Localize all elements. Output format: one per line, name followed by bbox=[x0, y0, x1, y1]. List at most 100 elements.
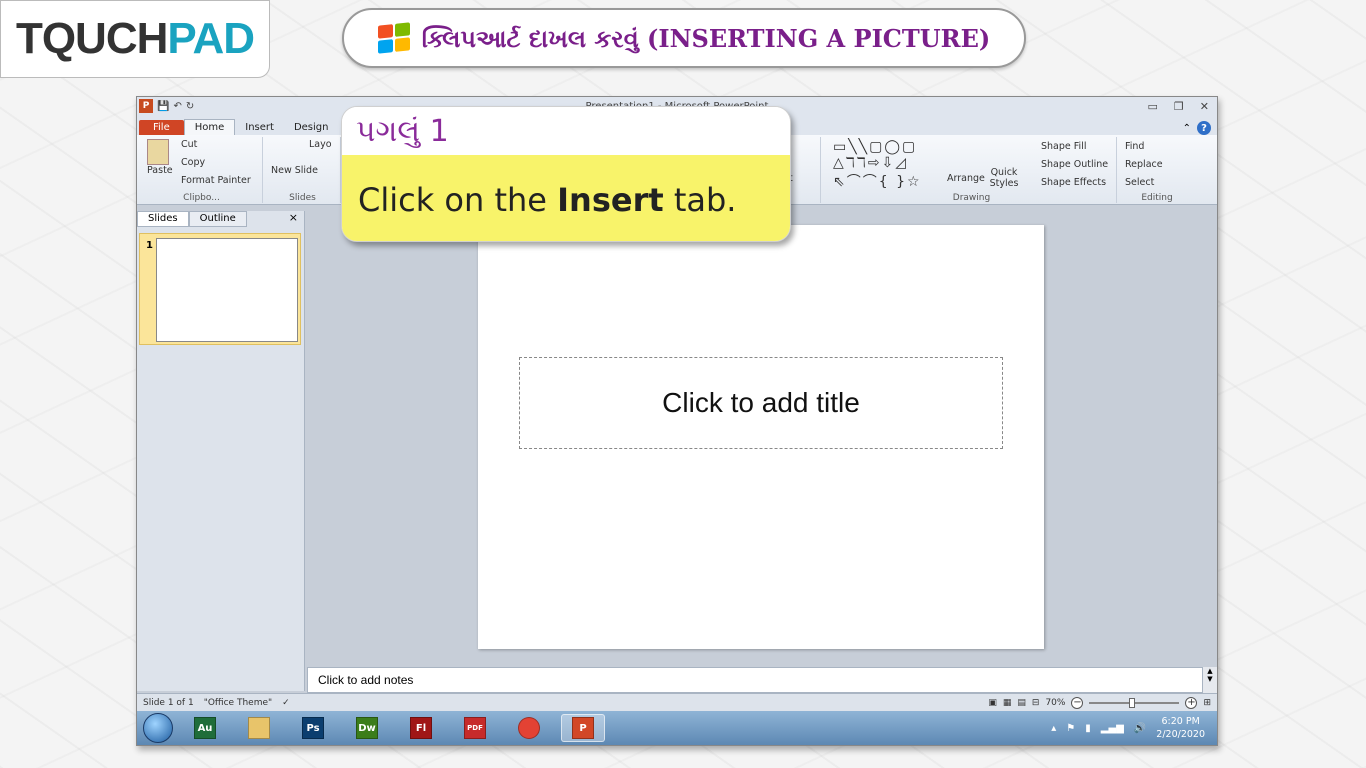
drawing-group: ▭╲╲▢◯▢ △ℸℸ⇨⇩◿ ⇖⌒⌒{ }☆ Arrange Quick Styles… bbox=[827, 137, 1117, 203]
slides-group-label: Slides bbox=[289, 193, 316, 203]
taskbar-acrobat[interactable]: PDF bbox=[453, 714, 497, 742]
pdf-icon: PDF bbox=[464, 717, 486, 739]
show-hidden-icons-icon[interactable]: ▴ bbox=[1051, 723, 1056, 734]
slide-count: Slide 1 of 1 bbox=[143, 697, 194, 708]
instruction-text: Click on the Insert tab. bbox=[342, 155, 790, 241]
system-tray: ▴ ⚑ ▮ ▂▄▆ 🔊 6:20 PM 2/20/2020 bbox=[1051, 715, 1205, 741]
pane-tabs: Slides Outline × bbox=[137, 211, 304, 227]
slide-number: 1 bbox=[146, 240, 153, 251]
taskbar-photoshop[interactable]: Ps bbox=[291, 714, 335, 742]
find-button[interactable]: Find bbox=[1125, 141, 1144, 152]
shape-outline-button[interactable]: Shape Outline bbox=[1041, 159, 1108, 170]
zoom-in-icon[interactable]: + bbox=[1185, 696, 1198, 709]
tab-slides[interactable]: Slides bbox=[137, 211, 189, 227]
tab-outline[interactable]: Outline bbox=[188, 211, 247, 227]
flag-icon[interactable]: ⚑ bbox=[1066, 723, 1075, 734]
quick-styles-button[interactable]: Quick Styles bbox=[987, 167, 1021, 189]
help-icon[interactable]: ? bbox=[1197, 121, 1211, 135]
tab-file[interactable]: File bbox=[139, 120, 184, 135]
folder-icon bbox=[248, 717, 270, 739]
notes-scrollbar[interactable]: ▲ ▼ bbox=[1203, 667, 1217, 693]
minimize-ribbon-icon[interactable]: ⌃ bbox=[1183, 123, 1191, 134]
drawing-group-label: Drawing bbox=[952, 193, 991, 203]
flash-icon: Fl bbox=[410, 717, 432, 739]
normal-view-icon[interactable]: ▣ bbox=[988, 698, 997, 708]
copy-button[interactable]: Copy bbox=[181, 157, 205, 168]
tab-home[interactable]: Home bbox=[183, 119, 236, 135]
slide-sorter-icon[interactable]: ▦ bbox=[1003, 698, 1012, 708]
shape-fill-button[interactable]: Shape Fill bbox=[1041, 141, 1086, 152]
clipboard-group-label: Clipbo... bbox=[183, 193, 220, 203]
slide-editor: Click to add title bbox=[307, 211, 1217, 667]
replace-button[interactable]: Replace bbox=[1125, 159, 1163, 170]
taskbar-powerpoint[interactable]: P bbox=[561, 714, 605, 742]
new-slide-button[interactable]: New Slide bbox=[271, 165, 318, 176]
zoom-slider[interactable] bbox=[1089, 697, 1180, 708]
power-icon[interactable]: ▮ bbox=[1085, 723, 1091, 734]
minimize-icon[interactable]: ▭ bbox=[1148, 100, 1158, 113]
touchpad-logo: TQUCH PAD bbox=[0, 0, 270, 78]
paste-button[interactable]: Paste bbox=[147, 139, 173, 176]
tab-design[interactable]: Design bbox=[284, 120, 339, 135]
zoom-out-icon[interactable]: − bbox=[1071, 696, 1084, 709]
powerpoint-taskbar-icon: P bbox=[572, 717, 594, 739]
slide-canvas[interactable]: Click to add title bbox=[478, 225, 1044, 649]
theme-name: "Office Theme" bbox=[203, 697, 273, 708]
format-painter-button[interactable]: Format Painter bbox=[181, 175, 251, 186]
taskbar: Au Ps Dw Fl PDF P ▴ ⚑ ▮ ▂▄▆ 🔊 6:20 PM 2/… bbox=[137, 711, 1217, 745]
audition-icon: Au bbox=[194, 717, 216, 739]
taskbar-dreamweaver[interactable]: Dw bbox=[345, 714, 389, 742]
paste-icon bbox=[147, 139, 169, 165]
instruction-callout: પગલું 1 Click on the Insert tab. bbox=[341, 106, 791, 242]
taskbar-chrome[interactable] bbox=[507, 714, 551, 742]
logo-touch-text: TQUCH bbox=[15, 14, 168, 63]
clock[interactable]: 6:20 PM 2/20/2020 bbox=[1156, 715, 1205, 741]
step-label: પગલું 1 bbox=[342, 107, 790, 155]
notes-pane[interactable]: Click to add notes bbox=[307, 667, 1203, 693]
shapes-gallery-icon[interactable]: ▭╲╲▢◯▢ △ℸℸ⇨⇩◿ ⇖⌒⌒{ }☆ bbox=[833, 139, 922, 191]
spell-check-icon[interactable]: ✓ bbox=[282, 698, 290, 708]
network-icon[interactable]: ▂▄▆ bbox=[1101, 723, 1124, 734]
slide-thumbnail-selected[interactable]: 1 bbox=[139, 233, 301, 345]
taskbar-explorer[interactable] bbox=[237, 714, 281, 742]
chrome-icon bbox=[518, 717, 540, 739]
start-button[interactable] bbox=[143, 713, 173, 743]
tab-insert[interactable]: Insert bbox=[235, 120, 284, 135]
windows-logo-icon bbox=[377, 22, 410, 54]
editing-group-label: Editing bbox=[1141, 193, 1173, 203]
slide-thumbnail[interactable] bbox=[156, 238, 298, 342]
lesson-title-banner: ક્લિપઆર્ટ દાખલ કરવું (INSERTING A PICTUR… bbox=[342, 8, 1026, 68]
help-area: ⌃ ? bbox=[1183, 121, 1211, 135]
instruction-highlight: Insert bbox=[557, 181, 664, 219]
slides-pane: Slides Outline × 1 bbox=[137, 211, 305, 691]
close-icon[interactable]: ✕ bbox=[1200, 100, 1209, 113]
taskbar-audition[interactable]: Au bbox=[183, 714, 227, 742]
clipboard-group: Paste Cut Copy Format Painter Clipbo... bbox=[141, 137, 263, 203]
editing-group: Find Replace Select Editing bbox=[1119, 137, 1195, 203]
clock-time: 6:20 PM bbox=[1161, 716, 1200, 727]
reading-view-icon[interactable]: ▤ bbox=[1017, 698, 1026, 708]
status-bar: Slide 1 of 1 "Office Theme" ✓ ▣ ▦ ▤ ⊟ 70… bbox=[137, 693, 1217, 711]
clock-date: 2/20/2020 bbox=[1156, 729, 1205, 740]
volume-icon[interactable]: 🔊 bbox=[1134, 723, 1146, 734]
title-placeholder[interactable]: Click to add title bbox=[519, 357, 1003, 449]
lesson-title: ક્લિપઆર્ટ દાખલ કરવું (INSERTING A PICTUR… bbox=[421, 23, 991, 53]
taskbar-flash[interactable]: Fl bbox=[399, 714, 443, 742]
cut-button[interactable]: Cut bbox=[181, 139, 197, 150]
select-button[interactable]: Select bbox=[1125, 177, 1154, 188]
layout-button[interactable]: Layo bbox=[309, 139, 332, 150]
dreamweaver-icon: Dw bbox=[356, 717, 378, 739]
zoom-slider-thumb[interactable] bbox=[1129, 697, 1136, 708]
arrange-button[interactable]: Arrange bbox=[947, 173, 985, 184]
logo-pad-text: PAD bbox=[167, 14, 255, 63]
fit-to-window-icon[interactable]: ⊞ bbox=[1203, 698, 1211, 708]
restore-icon[interactable]: ❐ bbox=[1174, 100, 1184, 113]
slideshow-icon[interactable]: ⊟ bbox=[1032, 698, 1040, 708]
view-zoom-controls: ▣ ▦ ▤ ⊟ 70% − + ⊞ bbox=[988, 696, 1211, 709]
window-controls: ▭ ❐ ✕ bbox=[1148, 100, 1210, 113]
slides-group: New Slide Layo Slides bbox=[265, 137, 341, 203]
shape-effects-button[interactable]: Shape Effects bbox=[1041, 177, 1106, 188]
zoom-level[interactable]: 70% bbox=[1045, 698, 1065, 708]
close-pane-icon[interactable]: × bbox=[289, 211, 298, 227]
photoshop-icon: Ps bbox=[302, 717, 324, 739]
